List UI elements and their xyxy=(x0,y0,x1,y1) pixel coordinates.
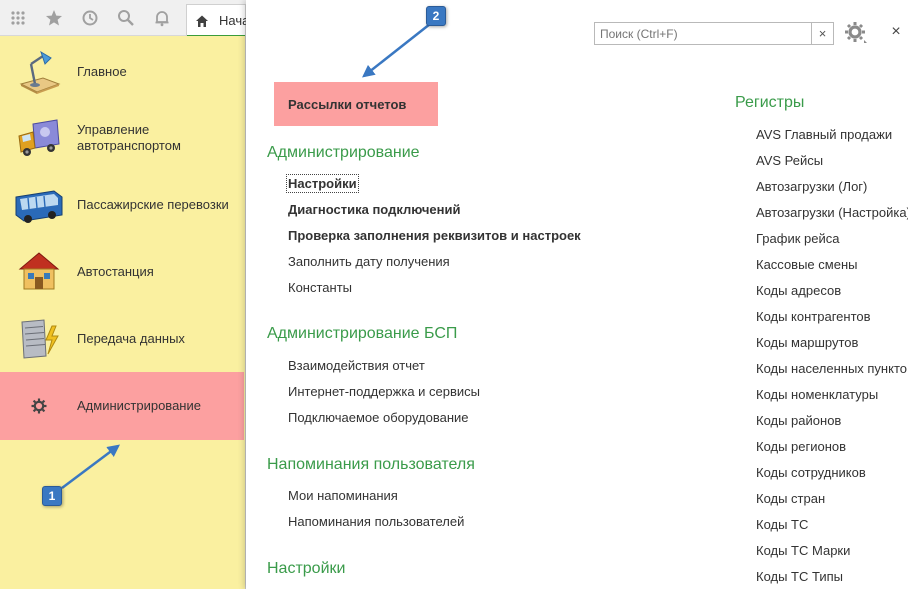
register-item[interactable]: Автозагрузки (Настройка) xyxy=(756,205,908,220)
command-internet-support[interactable]: Интернет-поддержка и сервисы xyxy=(288,384,480,399)
register-item[interactable]: Коды маршрутов xyxy=(756,335,858,350)
search-clear-button[interactable]: × xyxy=(812,22,834,45)
search-input[interactable] xyxy=(594,22,812,45)
sidebar-item-vehicle-management[interactable]: Управление автотранспортом xyxy=(0,105,244,171)
command-interactions-report[interactable]: Взаимодействия отчет xyxy=(288,358,425,373)
truck-icon xyxy=(14,113,64,163)
sidebar-item-bus-station[interactable]: Автостанция xyxy=(0,239,244,305)
callout-badge-2: 2 xyxy=(426,6,446,26)
section-panel: × × Рассылки отчетов Администрирование Н… xyxy=(246,0,908,589)
sidebar-item-label: Управление автотранспортом xyxy=(77,122,181,153)
settings-gear-icon[interactable] xyxy=(844,20,870,46)
command-settings[interactable]: Настройки xyxy=(286,174,359,193)
register-item[interactable]: Коды районов xyxy=(756,413,841,428)
register-item[interactable]: Коды ТС Марки xyxy=(756,543,850,558)
command-constants[interactable]: Константы xyxy=(288,280,352,295)
command-users-reminders[interactable]: Напоминания пользователей xyxy=(288,514,464,529)
register-item[interactable]: Коды населенных пункто xyxy=(756,361,907,376)
report-mailings-command[interactable]: Рассылки отчетов xyxy=(274,82,438,126)
search-icon[interactable] xyxy=(114,6,138,30)
sidebar-item-administration[interactable]: Администрирование xyxy=(0,372,244,440)
gear-icon xyxy=(14,381,64,431)
command-connected-equipment[interactable]: Подключаемое оборудование xyxy=(288,410,469,425)
sidebar-item-label: Передача данных xyxy=(77,331,185,346)
bell-icon[interactable] xyxy=(150,6,174,30)
station-icon xyxy=(14,247,64,297)
register-item[interactable]: График рейса xyxy=(756,231,839,246)
sections-sidebar: Главное Управление автотранспортом Пасса… xyxy=(0,36,246,589)
sidebar-item-data-exchange[interactable]: Передача данных xyxy=(0,306,244,372)
star-icon[interactable] xyxy=(42,6,66,30)
home-icon xyxy=(195,14,209,28)
desk-lamp-icon xyxy=(14,47,64,97)
sidebar-item-main[interactable]: Главное xyxy=(0,39,244,105)
register-item[interactable]: Коды ТС xyxy=(756,517,808,532)
close-button[interactable]: × xyxy=(888,22,904,42)
register-item[interactable]: Коды ТС Типы xyxy=(756,569,843,584)
register-item[interactable]: Коды номенклатуры xyxy=(756,387,878,402)
sidebar-item-label: Администрирование xyxy=(77,398,201,413)
tab-home[interactable]: Нача xyxy=(186,4,250,37)
register-item[interactable]: Коды стран xyxy=(756,491,825,506)
bus-icon xyxy=(14,180,64,230)
apps-grid-icon[interactable] xyxy=(6,6,30,30)
section-title-administration-bsp: Администрирование БСП xyxy=(267,325,458,342)
section-title-registers: Регистры xyxy=(735,94,805,111)
sidebar-item-label: Автостанция xyxy=(77,264,154,279)
register-item[interactable]: Кассовые смены xyxy=(756,257,857,272)
server-icon xyxy=(14,314,64,364)
command-check-requisites[interactable]: Проверка заполнения реквизитов и настрое… xyxy=(288,228,581,243)
history-icon[interactable] xyxy=(78,6,102,30)
section-title-user-reminders: Напоминания пользователя xyxy=(267,456,475,473)
register-item[interactable]: AVS Рейсы xyxy=(756,153,823,168)
command-connection-diagnostics[interactable]: Диагностика подключений xyxy=(288,202,460,217)
command-my-reminders[interactable]: Мои напоминания xyxy=(288,488,398,503)
top-toolbar: Нача xyxy=(0,0,250,37)
sidebar-item-label: Пассажирские перевозки xyxy=(77,197,229,212)
register-item[interactable]: AVS Главный продажи xyxy=(756,127,892,142)
sidebar-item-passenger-transport[interactable]: Пассажирские перевозки xyxy=(0,172,244,238)
sidebar-item-label: Главное xyxy=(77,64,127,79)
register-item[interactable]: Коды адресов xyxy=(756,283,841,298)
register-item[interactable]: Коды регионов xyxy=(756,439,846,454)
register-item[interactable]: Коды контрагентов xyxy=(756,309,871,324)
register-item[interactable]: Коды сотрудников xyxy=(756,465,866,480)
register-item[interactable]: Автозагрузки (Лог) xyxy=(756,179,867,194)
command-fill-receipt-date[interactable]: Заполнить дату получения xyxy=(288,254,450,269)
tab-home-label: Нача xyxy=(219,13,250,28)
section-title-administration: Администрирование xyxy=(267,144,420,161)
callout-badge-1: 1 xyxy=(42,486,62,506)
section-title-settings: Настройки xyxy=(267,560,346,577)
